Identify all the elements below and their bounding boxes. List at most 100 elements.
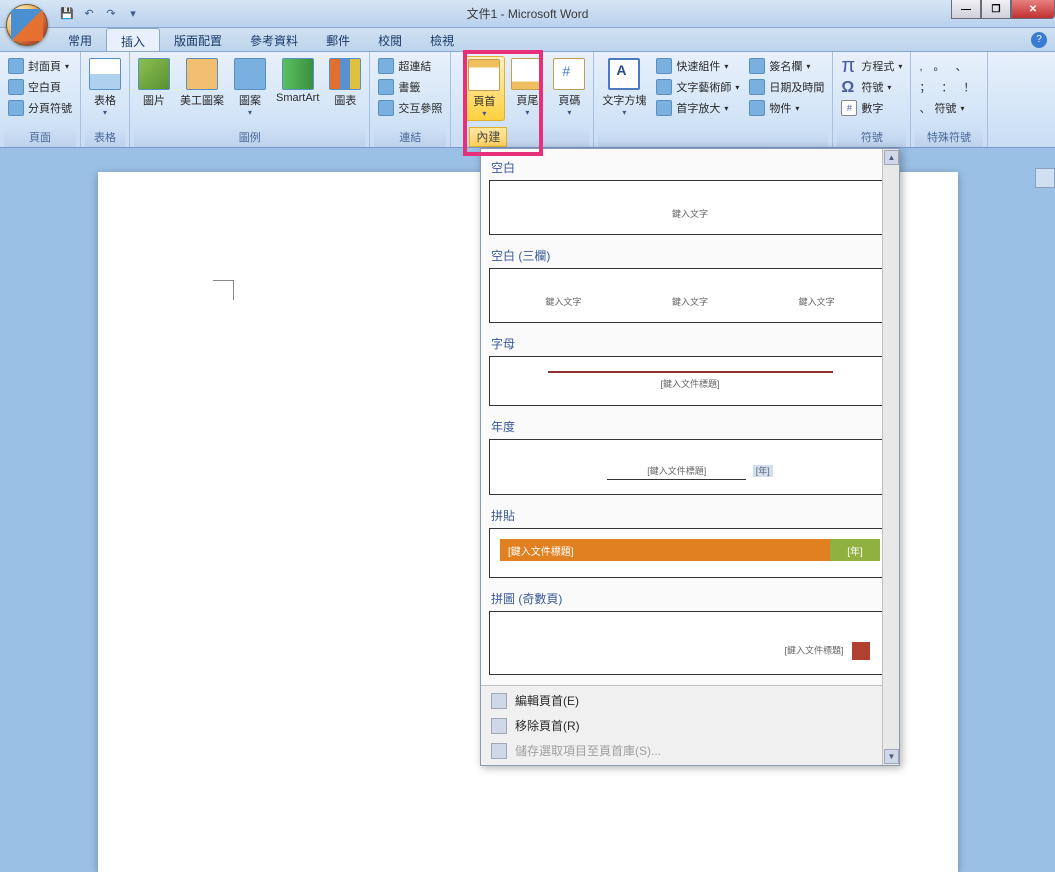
clipart-button[interactable]: 美工圖案 xyxy=(176,56,228,110)
datetime-label: 日期及時間 xyxy=(769,79,824,95)
undo-icon[interactable]: ↶ xyxy=(80,5,98,23)
tab-home[interactable]: 常用 xyxy=(54,28,106,51)
sym-more-button[interactable]: 、符號▾ xyxy=(915,98,968,118)
tab-insert[interactable]: 插入 xyxy=(106,28,160,51)
maximize-button[interactable]: ❐ xyxy=(981,0,1011,19)
header-label: 頁首 xyxy=(473,93,495,109)
group-pages: 封面頁▾ 空白頁 分頁符號 頁面 xyxy=(0,52,81,147)
qat-dropdown-icon[interactable]: ▾ xyxy=(124,5,142,23)
hyperlink-label: 超連結 xyxy=(398,58,431,74)
header-button[interactable]: 頁首▾ xyxy=(463,56,505,121)
cover-page-button[interactable]: 封面頁▾ xyxy=(4,56,73,76)
clipart-label: 美工圖案 xyxy=(180,92,224,108)
help-icon[interactable]: ? xyxy=(1031,32,1047,48)
shapes-button[interactable]: 圖案▾ xyxy=(230,56,270,119)
symbol-label: 符號 xyxy=(861,79,883,95)
quickparts-button[interactable]: 快速組件▾ xyxy=(652,56,743,76)
save-icon[interactable]: 💾 xyxy=(58,5,76,23)
footer-button[interactable]: 頁尾▾ xyxy=(507,56,547,119)
footer-label: 頁尾 xyxy=(516,92,538,108)
remove-icon xyxy=(491,718,507,734)
remove-header-button[interactable]: 移除頁首(R) xyxy=(481,713,899,738)
tab-review[interactable]: 校閱 xyxy=(364,28,416,51)
group-illustrations-label: 圖例 xyxy=(134,127,365,147)
group-text: 文字方塊▾ 快速組件▾ 文字藝術師▾ 首字放大▾ 簽名欄▾ 日期及時間 物件▾ xyxy=(594,52,833,147)
minimize-button[interactable]: — xyxy=(951,0,981,19)
save-gallery-button: 儲存選取項目至頁首庫(S)... xyxy=(481,738,899,763)
table-button[interactable]: 表格▾ xyxy=(85,56,125,119)
tab-mailings[interactable]: 郵件 xyxy=(312,28,364,51)
edit-icon xyxy=(491,693,507,709)
bookmark-label: 書籤 xyxy=(398,79,420,95)
group-special-label: 特殊符號 xyxy=(915,127,982,147)
gallery-section-blank3: 空白 (三欄) xyxy=(489,241,891,268)
page-break-button[interactable]: 分頁符號 xyxy=(4,98,76,118)
builtin-section-label: 內建 xyxy=(469,127,507,147)
wordart-label: 文字藝術師 xyxy=(676,79,731,95)
tile-year: [年] xyxy=(830,539,880,561)
chart-button[interactable]: 圖表 xyxy=(325,56,365,110)
group-headerfooter: 頁首▾ 頁尾▾ 頁碼▾ 內建 xyxy=(451,52,594,147)
symbol-button[interactable]: Ω符號▾ xyxy=(837,77,895,97)
bookmark-button[interactable]: 書籤 xyxy=(374,77,424,97)
number-label: 數字 xyxy=(861,100,883,116)
gallery-item-alpha[interactable]: [鍵入文件標題] xyxy=(489,356,891,406)
group-symbols: π方程式▾ Ω符號▾ #數字 符號 xyxy=(833,52,911,147)
tab-references[interactable]: 參考資料 xyxy=(236,28,312,51)
gallery-item-year[interactable]: [鍵入文件標題] [年] xyxy=(489,439,891,495)
textbox-label: 文字方塊 xyxy=(602,92,646,108)
edit-header-label: 編輯頁首(E) xyxy=(515,692,579,709)
window-controls: — ❐ ✕ xyxy=(951,0,1055,19)
gallery-item-puzzle[interactable]: [鍵入文件標題] xyxy=(489,611,891,675)
crossref-button[interactable]: 交互參照 xyxy=(374,98,446,118)
sym-row2[interactable]: ； ： ！ xyxy=(915,77,982,97)
gallery-item-blank[interactable]: 鍵入文字 xyxy=(489,180,891,235)
smartart-button[interactable]: SmartArt xyxy=(272,56,323,106)
tab-view[interactable]: 檢視 xyxy=(416,28,468,51)
gallery-section-year: 年度 xyxy=(489,412,891,439)
gallery-item-tile[interactable]: [鍵入文件標題] [年] xyxy=(489,528,891,578)
object-label: 物件 xyxy=(769,100,791,116)
equation-button[interactable]: π方程式▾ xyxy=(837,56,906,76)
edit-header-button[interactable]: 編輯頁首(E) xyxy=(481,688,899,713)
sym-row1[interactable]: , 。 、 xyxy=(915,56,974,76)
signature-button[interactable]: 簽名欄▾ xyxy=(745,56,828,76)
scroll-up-icon[interactable]: ▲ xyxy=(884,150,899,165)
picture-button[interactable]: 圖片 xyxy=(134,56,174,110)
tab-layout[interactable]: 版面配置 xyxy=(160,28,236,51)
gallery-section-puzzle: 拼圖 (奇數頁) xyxy=(489,584,891,611)
object-button[interactable]: 物件▾ xyxy=(745,98,828,118)
datetime-button[interactable]: 日期及時間 xyxy=(745,77,828,97)
gallery-scroll-area[interactable]: 空白 鍵入文字 空白 (三欄) 鍵入文字 鍵入文字 鍵入文字 字母 [鍵入文件標… xyxy=(481,149,899,685)
gallery-item-blank3[interactable]: 鍵入文字 鍵入文字 鍵入文字 xyxy=(489,268,891,323)
side-toolbar-icon[interactable] xyxy=(1035,168,1055,188)
gallery-section-alpha: 字母 xyxy=(489,329,891,356)
table-label: 表格 xyxy=(94,92,116,108)
number-button[interactable]: #數字 xyxy=(837,98,887,118)
dropcap-button[interactable]: 首字放大▾ xyxy=(652,98,743,118)
group-special-symbols: , 。 、 ； ： ！ 、符號▾ 特殊符號 xyxy=(911,52,987,147)
pagenum-label: 頁碼 xyxy=(558,92,580,108)
close-button[interactable]: ✕ xyxy=(1011,0,1055,19)
redo-icon[interactable]: ↷ xyxy=(102,5,120,23)
blank-page-button[interactable]: 空白頁 xyxy=(4,77,65,97)
shapes-label: 圖案 xyxy=(239,92,261,108)
remove-header-label: 移除頁首(R) xyxy=(515,717,580,734)
save-gallery-label: 儲存選取項目至頁首庫(S)... xyxy=(515,742,661,759)
textbox-button[interactable]: 文字方塊▾ xyxy=(598,56,650,119)
pagenum-button[interactable]: 頁碼▾ xyxy=(549,56,589,119)
hyperlink-button[interactable]: 超連結 xyxy=(374,56,435,76)
gallery-scrollbar[interactable]: ▲ ▼ xyxy=(882,149,899,765)
group-tables-label: 表格 xyxy=(85,127,125,147)
gallery-section-blank: 空白 xyxy=(489,153,891,180)
office-button[interactable] xyxy=(6,4,48,46)
picture-label: 圖片 xyxy=(143,92,165,108)
placeholder-text: 鍵入文字 xyxy=(672,295,708,308)
scroll-down-icon[interactable]: ▼ xyxy=(884,749,899,764)
placeholder-text: 鍵入文字 xyxy=(545,295,581,308)
year-suffix: [年] xyxy=(753,465,773,477)
wordart-button[interactable]: 文字藝術師▾ xyxy=(652,77,743,97)
quickparts-label: 快速組件 xyxy=(676,58,720,74)
group-text-label xyxy=(598,131,828,147)
crossref-label: 交互參照 xyxy=(398,100,442,116)
